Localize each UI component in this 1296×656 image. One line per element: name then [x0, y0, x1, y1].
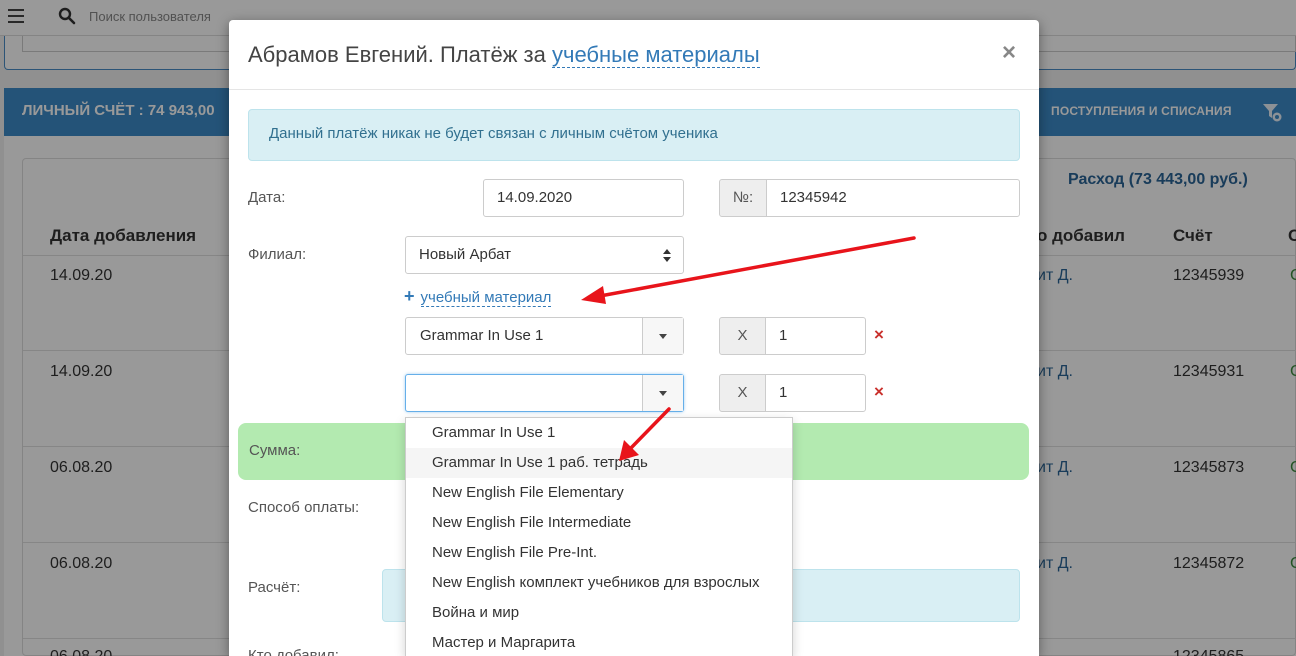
dropdown-option[interactable]: New English комплект учебников для взрос… [406, 568, 792, 598]
add-material-link[interactable]: + учебный материал [404, 286, 552, 307]
plus-icon: + [404, 286, 415, 306]
remove-material-icon[interactable]: × [874, 382, 884, 402]
payment-method-label: Способ оплаты: [248, 499, 360, 516]
caret-down-icon [659, 391, 667, 396]
dropdown-option[interactable]: Grammar In Use 1 [406, 418, 792, 448]
multiply-addon: X [719, 317, 766, 355]
caret-down-icon [659, 334, 667, 339]
branch-label: Филиал: [248, 246, 307, 263]
dropdown-toggle-button[interactable] [642, 375, 683, 411]
info-alert: Данный платёж никак не будет связан с ли… [248, 109, 1020, 161]
branch-select[interactable]: Новый Арбат [405, 236, 684, 274]
close-button[interactable]: × [1002, 41, 1016, 65]
quantity-input[interactable]: 1 [765, 374, 866, 412]
select-arrows-icon [663, 249, 671, 263]
dropdown-toggle-button[interactable] [642, 318, 683, 354]
dropdown-option[interactable]: New English File Elementary [406, 478, 792, 508]
added-by-label: Кто добавил: [248, 647, 339, 656]
payment-type-link[interactable]: учебные материалы [551, 42, 760, 68]
number-input[interactable]: 12345942 [766, 179, 1020, 217]
modal-header: Абрамов Евгений. Платёж за учебные матер… [229, 20, 1039, 90]
number-addon: №: [719, 179, 767, 217]
date-input[interactable]: 14.09.2020 [483, 179, 684, 217]
material-dropdown-list: Grammar In Use 1 Grammar In Use 1 раб. т… [405, 417, 793, 656]
sum-label: Сумма: [249, 442, 301, 459]
dropdown-option[interactable]: New English File Intermediate [406, 508, 792, 538]
modal-title: Абрамов Евгений. Платёж за учебные матер… [248, 42, 760, 68]
calculation-label: Расчёт: [248, 579, 301, 596]
dropdown-option[interactable]: Война и мир [406, 598, 792, 628]
date-label: Дата: [248, 189, 286, 206]
dropdown-option[interactable]: Мастер и Маргарита [406, 628, 792, 656]
multiply-addon: X [719, 374, 766, 412]
material-combobox[interactable]: Grammar In Use 1 [405, 317, 684, 355]
dropdown-option[interactable]: Grammar In Use 1 раб. тетрадь [406, 448, 792, 478]
remove-material-icon[interactable]: × [874, 325, 884, 345]
dropdown-option[interactable]: New English File Pre-Int. [406, 538, 792, 568]
quantity-input[interactable]: 1 [765, 317, 866, 355]
material-combobox[interactable] [405, 374, 684, 412]
